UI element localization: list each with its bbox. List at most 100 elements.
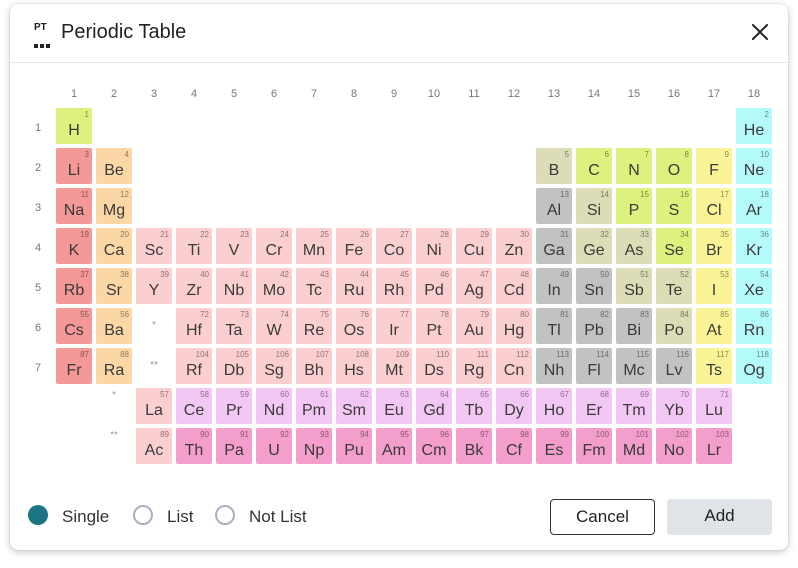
element-cell-er[interactable]: 68 Er [576,388,612,424]
element-cell-pd[interactable]: 46 Pd [416,268,452,304]
element-cell-rb[interactable]: 37 Rb [56,268,92,304]
element-cell-yb[interactable]: 70 Yb [656,388,692,424]
element-cell-rn[interactable]: 86 Rn [736,308,772,344]
element-cell-te[interactable]: 52 Te [656,268,692,304]
element-cell-fm[interactable]: 100 Fm [576,428,612,464]
selection-mode-not-list[interactable]: Not List [215,504,325,530]
element-cell-cu[interactable]: 29 Cu [456,228,492,264]
element-cell-gd[interactable]: 64 Gd [416,388,452,424]
cancel-button[interactable]: Cancel [550,499,655,535]
selection-mode-list[interactable]: List [133,504,205,530]
element-cell-mn[interactable]: 25 Mn [296,228,332,264]
element-cell-v[interactable]: 23 V [216,228,252,264]
element-cell-ge[interactable]: 32 Ge [576,228,612,264]
element-cell-ts[interactable]: 117 Ts [696,348,732,384]
element-cell-ru[interactable]: 44 Ru [336,268,372,304]
element-cell-pa[interactable]: 91 Pa [216,428,252,464]
element-cell-cf[interactable]: 98 Cf [496,428,532,464]
element-cell-ga[interactable]: 31 Ga [536,228,572,264]
element-cell-i[interactable]: 53 I [696,268,732,304]
element-cell-be[interactable]: 4 Be [96,148,132,184]
element-cell-ce[interactable]: 58 Ce [176,388,212,424]
selection-mode-single[interactable]: Single [28,504,128,530]
element-cell-sb[interactable]: 51 Sb [616,268,652,304]
element-cell-se[interactable]: 34 Se [656,228,692,264]
element-cell-pr[interactable]: 59 Pr [216,388,252,424]
element-cell-fr[interactable]: 87 Fr [56,348,92,384]
element-cell-pb[interactable]: 82 Pb [576,308,612,344]
element-cell-mt[interactable]: 109 Mt [376,348,412,384]
element-cell-nb[interactable]: 41 Nb [216,268,252,304]
element-cell-cs[interactable]: 55 Cs [56,308,92,344]
element-cell-kr[interactable]: 36 Kr [736,228,772,264]
element-cell-no[interactable]: 102 No [656,428,692,464]
element-cell-ba[interactable]: 56 Ba [96,308,132,344]
element-cell-tm[interactable]: 69 Tm [616,388,652,424]
element-cell-cm[interactable]: 96 Cm [416,428,452,464]
element-cell-bk[interactable]: 97 Bk [456,428,492,464]
element-cell-rh[interactable]: 45 Rh [376,268,412,304]
element-cell-cl[interactable]: 17 Cl [696,188,732,224]
close-button[interactable] [746,18,774,46]
element-cell-al[interactable]: 13 Al [536,188,572,224]
element-cell-in[interactable]: 49 In [536,268,572,304]
element-cell-tb[interactable]: 65 Tb [456,388,492,424]
element-cell-u[interactable]: 92 U [256,428,292,464]
element-cell-dy[interactable]: 66 Dy [496,388,532,424]
element-cell-tl[interactable]: 81 Tl [536,308,572,344]
element-cell-n[interactable]: 7N [616,148,652,184]
element-cell-sg[interactable]: 106 Sg [256,348,292,384]
element-cell-br[interactable]: 35 Br [696,228,732,264]
element-cell-li[interactable]: 3 Li [56,148,92,184]
element-cell-lv[interactable]: 116 Lv [656,348,692,384]
element-cell-sm[interactable]: 62 Sm [336,388,372,424]
element-cell-rg[interactable]: 111 Rg [456,348,492,384]
element-cell-cd[interactable]: 48 Cd [496,268,532,304]
element-cell-o[interactable]: 8O [656,148,692,184]
element-cell-sc[interactable]: 21 Sc [136,228,172,264]
element-cell-es[interactable]: 99 Es [536,428,572,464]
element-cell-hf[interactable]: 72 Hf [176,308,212,344]
element-cell-db[interactable]: 105 Db [216,348,252,384]
element-cell-cr[interactable]: 24 Cr [256,228,292,264]
element-cell-fe[interactable]: 26 Fe [336,228,372,264]
element-cell-cn[interactable]: 112 Cn [496,348,532,384]
element-cell-mc[interactable]: 115 Mc [616,348,652,384]
element-cell-xe[interactable]: 54 Xe [736,268,772,304]
element-cell-th[interactable]: 90 Th [176,428,212,464]
element-cell-k[interactable]: 19 K [56,228,92,264]
element-cell-tc[interactable]: 43 Tc [296,268,332,304]
element-cell-bh[interactable]: 107 Bh [296,348,332,384]
element-cell-ir[interactable]: 77 Ir [376,308,412,344]
element-cell-og[interactable]: 118 Og [736,348,772,384]
element-cell-ni[interactable]: 28 Ni [416,228,452,264]
element-cell-lr[interactable]: 103 Lr [696,428,732,464]
element-cell-md[interactable]: 101 Md [616,428,652,464]
element-cell-s[interactable]: 16 S [656,188,692,224]
element-cell-c[interactable]: 6C [576,148,612,184]
element-cell-ho[interactable]: 67 Ho [536,388,572,424]
add-button[interactable]: Add [667,499,772,535]
element-cell-pu[interactable]: 94 Pu [336,428,372,464]
element-cell-np[interactable]: 93 Np [296,428,332,464]
element-cell-ca[interactable]: 20 Ca [96,228,132,264]
element-cell-y[interactable]: 39 Y [136,268,172,304]
element-cell-ag[interactable]: 47 Ag [456,268,492,304]
element-cell-re[interactable]: 75 Re [296,308,332,344]
element-cell-ar[interactable]: 18 Ar [736,188,772,224]
element-cell-bi[interactable]: 83 Bi [616,308,652,344]
element-cell-ne[interactable]: 10 Ne [736,148,772,184]
element-cell-at[interactable]: 85 At [696,308,732,344]
element-cell-pm[interactable]: 61 Pm [296,388,332,424]
element-cell-si[interactable]: 14 Si [576,188,612,224]
element-cell-ti[interactable]: 22 Ti [176,228,212,264]
element-cell-as[interactable]: 33 As [616,228,652,264]
element-cell-sn[interactable]: 50 Sn [576,268,612,304]
element-cell-mo[interactable]: 42 Mo [256,268,292,304]
element-cell-au[interactable]: 79 Au [456,308,492,344]
element-cell-po[interactable]: 84 Po [656,308,692,344]
element-cell-co[interactable]: 27 Co [376,228,412,264]
element-cell-p[interactable]: 15 P [616,188,652,224]
element-cell-os[interactable]: 76 Os [336,308,372,344]
element-cell-b[interactable]: 5B [536,148,572,184]
